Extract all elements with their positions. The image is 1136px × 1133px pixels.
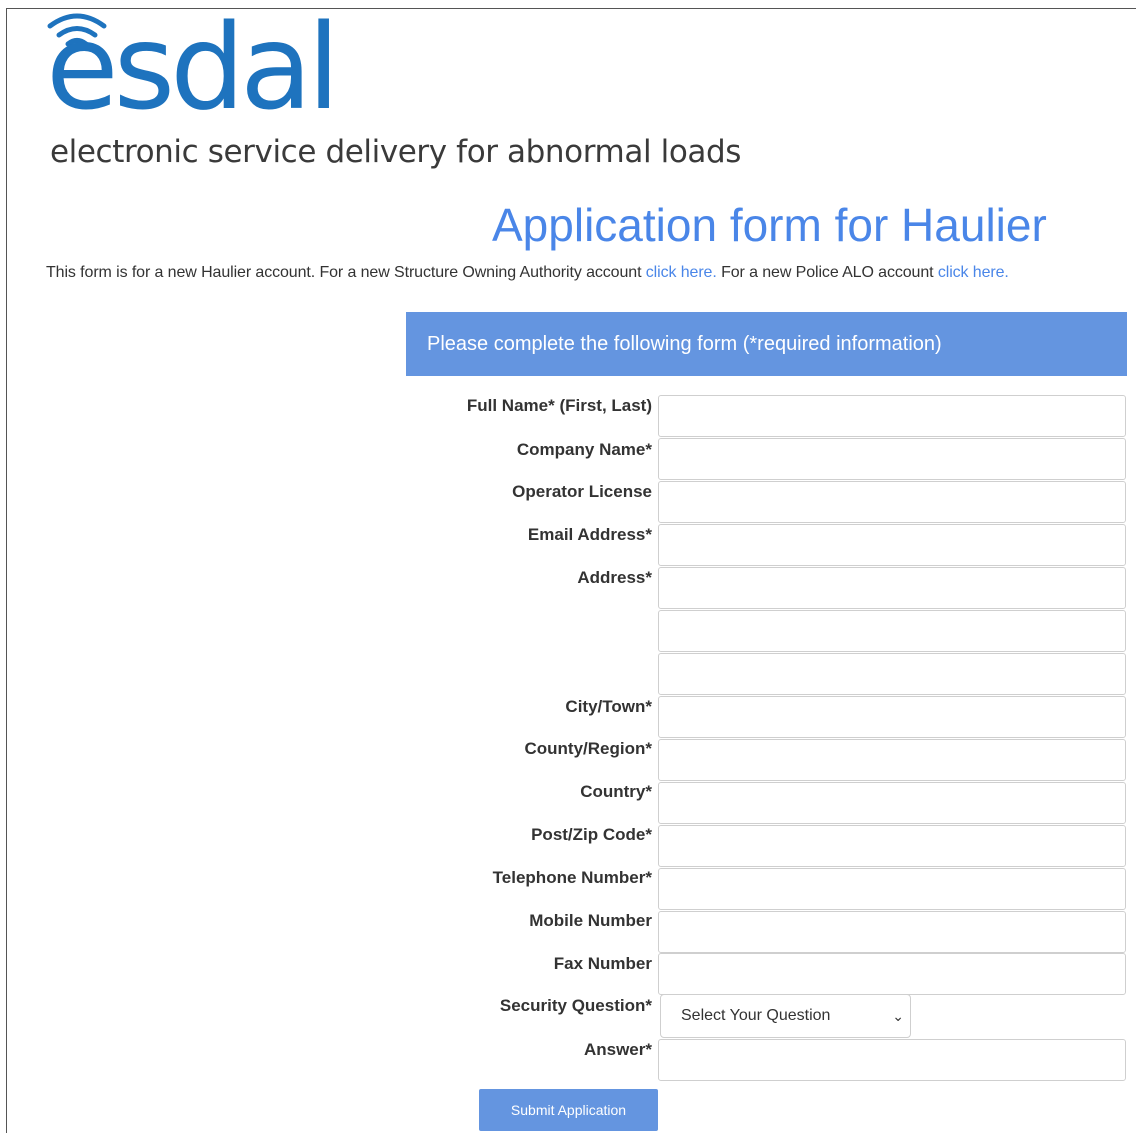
answer-label: Answer* (583, 1040, 652, 1059)
country-input[interactable] (658, 782, 1126, 824)
logo-tagline: electronic service delivery for abnormal… (50, 134, 742, 170)
page-title: Application form for Haulier (492, 199, 1047, 251)
mobile-input[interactable] (658, 911, 1126, 953)
operator-license-label: Operator License (512, 482, 652, 501)
fax-label: Fax Number (553, 954, 652, 973)
logo-wordmark: esdal (46, 0, 340, 136)
structure-owner-click-here-link[interactable]: click here. (646, 264, 717, 281)
fax-input[interactable] (658, 953, 1126, 995)
postcode-input[interactable] (658, 825, 1126, 867)
full-name-label: Full Name* (First, Last) (466, 396, 652, 415)
country-label: Country* (580, 782, 652, 801)
full-name-input[interactable] (658, 395, 1126, 437)
postcode-label: Post/Zip Code* (531, 825, 652, 844)
email-input[interactable] (658, 524, 1126, 566)
security-question-label: Security Question* (499, 996, 652, 1015)
telephone-input[interactable] (658, 868, 1126, 910)
county-label: County/Region* (524, 739, 653, 758)
address-line-2-input[interactable] (658, 610, 1126, 652)
answer-input[interactable] (658, 1039, 1126, 1081)
address-line-1-input[interactable] (658, 567, 1126, 609)
operator-license-input[interactable] (658, 481, 1126, 523)
intro-text: This form is for a new Haulier account. … (46, 264, 1009, 282)
company-name-input[interactable] (658, 438, 1126, 480)
intro-text-part-2: For a new Police ALO account (716, 264, 938, 281)
county-input[interactable] (658, 739, 1126, 781)
company-name-label: Company Name* (516, 440, 652, 459)
address-line-3-input[interactable] (658, 653, 1126, 695)
form-header: Please complete the following form (*req… (406, 312, 1127, 376)
address-label: Address* (577, 568, 652, 587)
security-question-selected-value: Select Your Question (681, 1007, 831, 1024)
chevron-down-icon: ⌄ (892, 1008, 904, 1024)
telephone-label: Telephone Number* (492, 868, 652, 887)
city-label: City/Town* (565, 697, 652, 716)
city-input[interactable] (658, 696, 1126, 738)
submit-application-button[interactable]: Submit Application (479, 1089, 658, 1131)
intro-text-part-1: This form is for a new Haulier account. … (46, 264, 646, 281)
security-question-select[interactable]: Select Your Question ⌄ (660, 994, 911, 1038)
email-label: Email Address* (527, 525, 652, 544)
mobile-label: Mobile Number (529, 911, 652, 930)
esdal-logo: esdal (46, 0, 406, 136)
police-alo-click-here-link[interactable]: click here. (938, 264, 1009, 281)
